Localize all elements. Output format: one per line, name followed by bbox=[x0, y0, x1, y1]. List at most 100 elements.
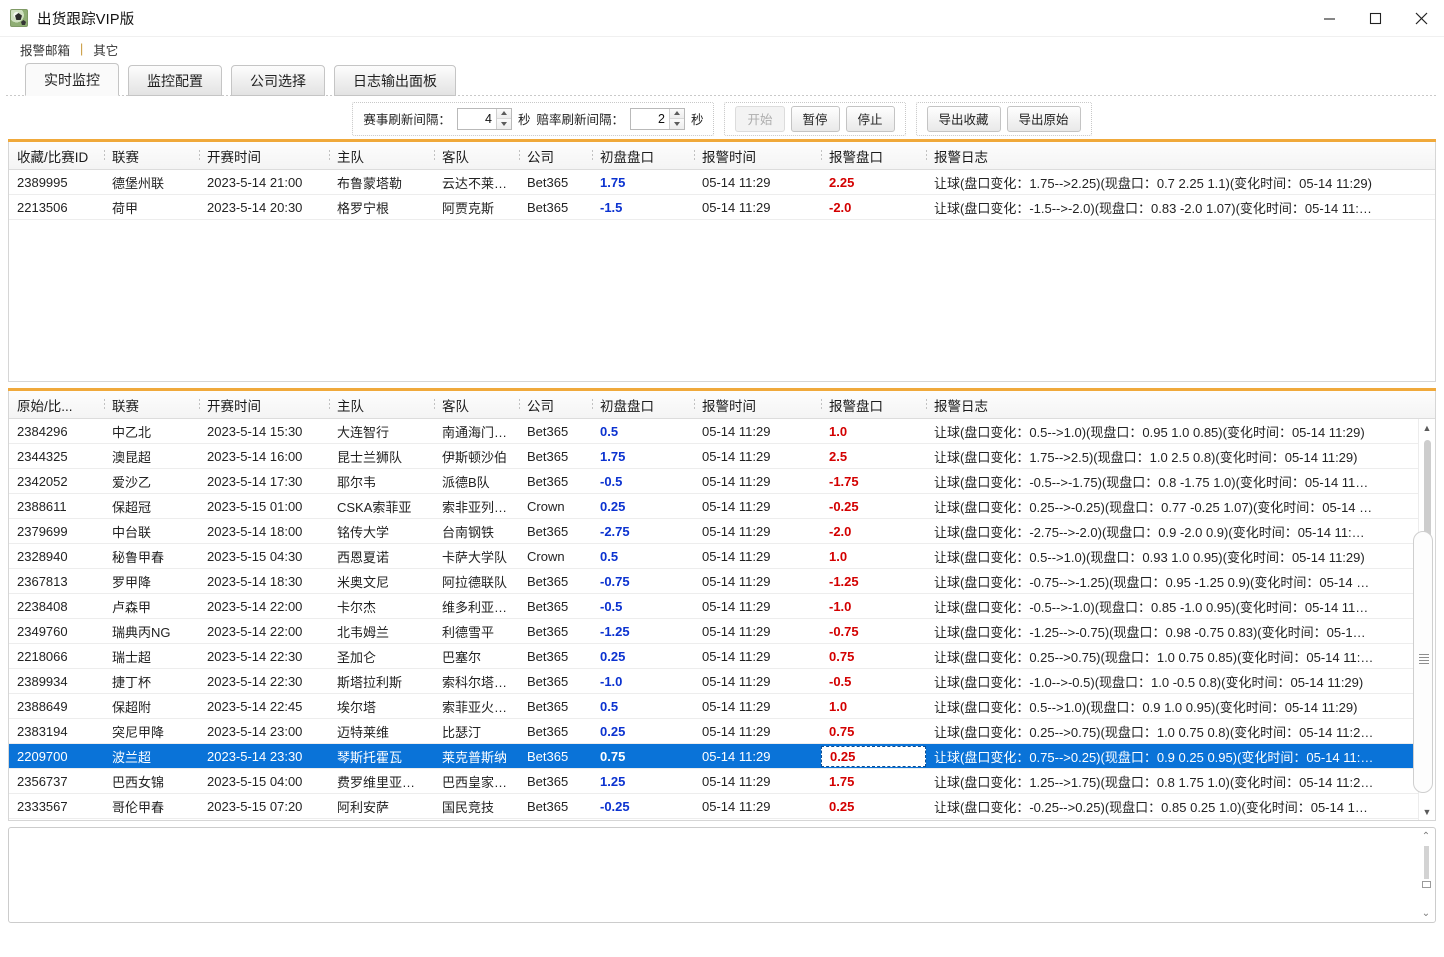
close-icon[interactable] bbox=[1398, 0, 1444, 37]
menu-item-other[interactable]: 其它 bbox=[85, 40, 126, 59]
col-header-openodds[interactable]: 初盘盘口 bbox=[592, 146, 694, 166]
log-scroll-up-icon[interactable]: ⌃ bbox=[1422, 829, 1430, 844]
odds-interval-up-icon[interactable] bbox=[669, 108, 684, 119]
minimize-icon[interactable] bbox=[1306, 0, 1352, 37]
match-interval-arrows[interactable] bbox=[495, 108, 511, 129]
log-scroll-thumb[interactable] bbox=[1421, 881, 1431, 888]
table-row[interactable]: 2383194 突尼甲降 2023-5-14 23:00 迈特莱维 比瑟汀 Bet365 0… bbox=[9, 719, 1435, 744]
table-row[interactable]: 2379699 中台联 2023-5-14 18:00 铭传大学 台南钢铁 Bet365 -… bbox=[9, 519, 1435, 544]
col-header-alertodds[interactable]: 报警盘口 bbox=[821, 146, 926, 166]
col-header-id[interactable]: 原始/比... bbox=[9, 395, 104, 415]
col-header-starttime[interactable]: 开赛时间 bbox=[199, 395, 329, 415]
cell-alertlog: 让球(盘口变化：0.25-->-0.25)(现盘口：0.77 -0.25 1.0… bbox=[934, 499, 1373, 515]
overlay-scrollbar[interactable] bbox=[1413, 531, 1433, 793]
scroll-down-icon[interactable]: ▼ bbox=[1419, 803, 1436, 820]
pause-button[interactable]: 暂停 bbox=[790, 105, 840, 132]
table-row[interactable]: 2389934 捷丁杯 2023-5-14 22:30 斯塔拉利斯 索科尔塔索维… Bet… bbox=[9, 669, 1435, 694]
tab-company-select[interactable]: 公司选择 bbox=[231, 65, 325, 96]
cell-alertodds: 2.5 bbox=[829, 448, 848, 464]
cell-away: 巴塞尔 bbox=[442, 649, 482, 665]
col-header-alerttime[interactable]: 报警时间 bbox=[694, 395, 821, 415]
cell-away: 卡萨大学队 bbox=[442, 549, 508, 565]
scroll-up-icon[interactable]: ▲ bbox=[1419, 419, 1436, 436]
table-row[interactable]: 2356737 巴西女锦 2023-5-15 04:00 费罗维里亚女… 巴西皇家女足 B… bbox=[9, 769, 1435, 794]
col-header-league[interactable]: 联赛 bbox=[104, 395, 199, 415]
odds-interval-label: 赔率刷新间隔： bbox=[536, 113, 624, 127]
col-header-alertlog[interactable]: 报警日志 bbox=[926, 395, 1435, 415]
cell-alerttime: 05-14 11:29 bbox=[702, 698, 771, 714]
log-output-panel[interactable]: ⌃ ⌄ bbox=[8, 827, 1436, 923]
start-button[interactable]: 开始 bbox=[735, 105, 785, 132]
col-header-openodds[interactable]: 初盘盘口 bbox=[592, 395, 694, 415]
maximize-icon[interactable] bbox=[1352, 0, 1398, 37]
cell-league: 爱沙乙 bbox=[112, 474, 152, 490]
table-row[interactable]: 2238408 卢森甲 2023-5-14 22:00 卡尔杰 维多利亚路斯… Bet36… bbox=[9, 594, 1435, 619]
col-header-alertodds[interactable]: 报警盘口 bbox=[821, 395, 926, 415]
cell-alerttime: 05-14 11:29 bbox=[702, 548, 771, 564]
table-row[interactable]: 2344325 澳昆超 2023-5-14 16:00 昆士兰狮队 伊斯顿沙伯 Bet36… bbox=[9, 444, 1435, 469]
table-row[interactable]: 2218066 瑞士超 2023-5-14 22:30 圣加仑 巴塞尔 Bet365 0.2… bbox=[9, 644, 1435, 669]
log-scroll-track[interactable] bbox=[1423, 846, 1429, 879]
table-row[interactable]: 2367813 罗甲降 2023-5-14 18:30 米奥文尼 阿拉德联队 Bet365… bbox=[9, 569, 1435, 594]
favorites-grid[interactable]: 收藏/比赛ID 联赛 开赛时间 主队 客队 公司 初盘盘口 报警时间 报警盘口 … bbox=[8, 142, 1436, 382]
col-header-alerttime[interactable]: 报警时间 bbox=[694, 146, 821, 166]
odds-interval-arrows[interactable] bbox=[668, 108, 684, 129]
cell-id: 2218066 bbox=[17, 648, 68, 664]
match-interval-label: 赛事刷新间隔： bbox=[363, 113, 451, 127]
tab-monitor-config[interactable]: 监控配置 bbox=[128, 65, 222, 96]
log-scroll-down-icon[interactable]: ⌄ bbox=[1422, 906, 1430, 921]
col-header-home[interactable]: 主队 bbox=[329, 395, 434, 415]
table-row[interactable]: 2333567 哥伦甲春 2023-5-15 07:20 阿利安萨 国民竞技 Bet365… bbox=[9, 794, 1435, 819]
overlay-scrollbar-grip[interactable] bbox=[1419, 654, 1429, 666]
cell-alertodds: -0.75 bbox=[829, 623, 859, 639]
table-row[interactable]: 2342052 爱沙乙 2023-5-14 17:30 耶尔韦 派德B队 Bet365 -0… bbox=[9, 469, 1435, 494]
log-panel-scrollbar[interactable]: ⌃ ⌄ bbox=[1418, 829, 1434, 921]
col-header-away[interactable]: 客队 bbox=[434, 395, 519, 415]
export-raw-button[interactable]: 导出原始 bbox=[1006, 105, 1081, 132]
col-header-alertlog[interactable]: 报警日志 bbox=[926, 146, 1435, 166]
cell-alertlog: 让球(盘口变化：0.5-->1.0)(现盘口：0.93 1.0 0.95)(变化… bbox=[934, 549, 1365, 565]
col-header-starttime[interactable]: 开赛时间 bbox=[199, 146, 329, 166]
col-header-home[interactable]: 主队 bbox=[329, 146, 434, 166]
export-favorites-button[interactable]: 导出收藏 bbox=[926, 105, 1001, 132]
odds-interval-input[interactable] bbox=[630, 108, 669, 129]
cell-openodds: -1.25 bbox=[600, 623, 630, 639]
table-row[interactable]: 2209700 波兰超 2023-5-14 23:30 琴斯托霍瓦 莱克普斯纳 Bet36… bbox=[9, 744, 1435, 769]
col-header-id[interactable]: 收藏/比赛ID bbox=[9, 146, 104, 166]
cell-company: Bet365 bbox=[527, 423, 569, 439]
match-interval-down-icon[interactable] bbox=[496, 119, 511, 129]
menu-item-alert-mailbox[interactable]: 报警邮箱 bbox=[12, 40, 78, 59]
stop-button[interactable]: 停止 bbox=[845, 105, 895, 132]
cell-home: 昆士兰狮队 bbox=[337, 449, 403, 465]
cell-alertlog: 让球(盘口变化：1.75-->2.5)(现盘口：1.0 2.5 0.8)(变化时… bbox=[934, 449, 1358, 465]
cell-league: 中台联 bbox=[112, 524, 152, 540]
raw-grid-header: 原始/比... 联赛 开赛时间 主队 客队 公司 初盘盘口 报警时间 报警盘口 … bbox=[9, 391, 1435, 419]
table-row[interactable]: 2388649 保超附 2023-5-14 22:45 埃尔塔 索菲亚火车头 Bet365… bbox=[9, 694, 1435, 719]
col-header-away[interactable]: 客队 bbox=[434, 146, 519, 166]
match-interval-up-icon[interactable] bbox=[496, 108, 511, 119]
cell-league: 德堡州联 bbox=[112, 175, 165, 191]
table-row[interactable]: 2349760 瑞典丙NG 2023-5-14 22:00 北韦姆兰 利德雪平 Bet36… bbox=[9, 619, 1435, 644]
tab-log-output-panel[interactable]: 日志输出面板 bbox=[334, 65, 456, 96]
col-header-company[interactable]: 公司 bbox=[519, 395, 592, 415]
raw-grid[interactable]: 原始/比... 联赛 开赛时间 主队 客队 公司 初盘盘口 报警时间 报警盘口 … bbox=[8, 391, 1436, 821]
odds-interval-stepper[interactable] bbox=[629, 107, 685, 130]
table-row[interactable]: 2384296 中乙北 2023-5-14 15:30 大连智行 南通海门圳缔… Bet3… bbox=[9, 419, 1435, 444]
tab-realtime-monitor[interactable]: 实时监控 bbox=[25, 63, 119, 96]
log-output-text bbox=[9, 828, 1435, 836]
col-header-league[interactable]: 联赛 bbox=[104, 146, 199, 166]
cell-away: 国民竞技 bbox=[442, 799, 495, 815]
table-row[interactable]: 2213506 荷甲 2023-5-14 20:30 格罗宁根 阿贾克斯 Bet… bbox=[9, 195, 1435, 220]
cell-home: 卡尔杰 bbox=[337, 599, 377, 615]
toolbar: 赛事刷新间隔： 秒 赔率刷新间隔： 秒 开始 暂停 停止 导出收藏 导出原始 bbox=[0, 96, 1444, 139]
cell-starttime: 2023-5-14 17:30 bbox=[207, 473, 303, 489]
col-header-company[interactable]: 公司 bbox=[519, 146, 592, 166]
match-interval-stepper[interactable] bbox=[456, 107, 512, 130]
cell-league: 罗甲降 bbox=[112, 574, 152, 590]
match-interval-input[interactable] bbox=[457, 108, 496, 129]
table-row[interactable]: 2328940 秘鲁甲春 2023-5-15 04:30 西恩夏诺 卡萨大学队 Crown… bbox=[9, 544, 1435, 569]
table-row[interactable]: 2389995 德堡州联 2023-5-14 21:00 布鲁蒙塔勒 云达不莱梅… bbox=[9, 170, 1435, 195]
table-row[interactable]: 2388611 保超冠 2023-5-15 01:00 CSKA索菲亚 索非亚列夫斯… C… bbox=[9, 494, 1435, 519]
cell-away: 巴西皇家女足 bbox=[442, 774, 519, 790]
odds-interval-down-icon[interactable] bbox=[669, 119, 684, 129]
